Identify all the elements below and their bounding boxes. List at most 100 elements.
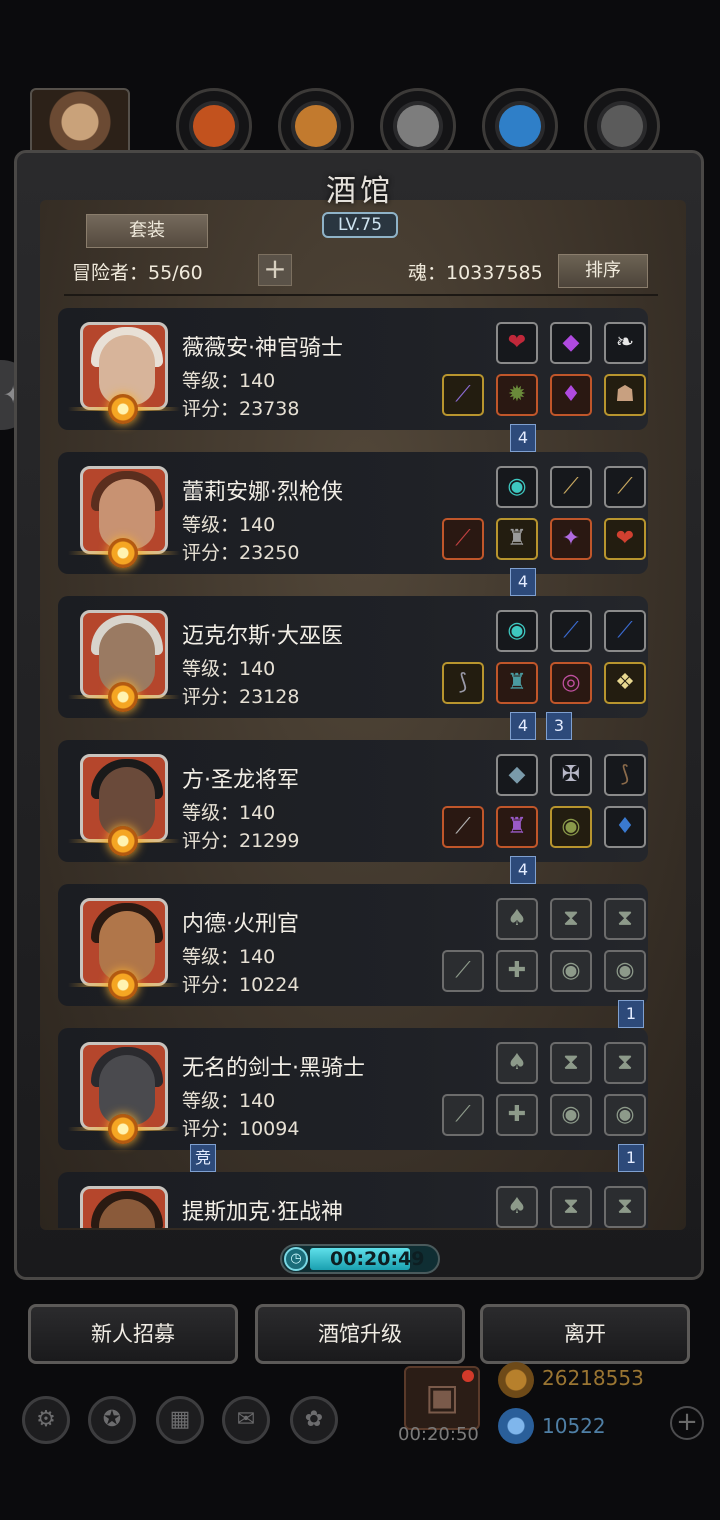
hero-row[interactable]: 薇薇安·神官骑士 等级：140 评分：23738 ❤ ◆ ❧ ⟋ ✹ ♦ ☗ bbox=[58, 308, 648, 430]
equipment-slot[interactable]: ◉ bbox=[550, 950, 592, 992]
compass-icon[interactable]: ✪ bbox=[88, 1396, 136, 1444]
hero-level: 等级：140 bbox=[182, 802, 276, 824]
hero-row[interactable]: 迈克尔斯·大巫医 等级：140 评分：23128 ◉ ⟋ ⟋ ⟆ ♜ ◎ ❖ bbox=[58, 596, 648, 718]
equipment-slot[interactable]: ❖ bbox=[604, 662, 646, 704]
set-count-tag: 3 bbox=[546, 712, 572, 740]
hero-portrait[interactable] bbox=[80, 1186, 168, 1228]
equipment-slot[interactable]: ✦ bbox=[550, 518, 592, 560]
equipment-slot[interactable]: ⟋ bbox=[442, 374, 484, 416]
equipment-slot[interactable]: ❤ bbox=[604, 518, 646, 560]
hero-level: 等级：140 bbox=[182, 514, 276, 536]
hero-row[interactable]: 方·圣龙将军 等级：140 评分：21299 ◆ ✠ ⟆ ⟋ ♜ ◉ ♦ bbox=[58, 740, 648, 862]
equipment-slot[interactable]: ♠ bbox=[496, 898, 538, 940]
hero-level: 等级：140 bbox=[182, 1090, 276, 1112]
equipment-slot[interactable]: ✹ bbox=[496, 374, 538, 416]
equipment-slot[interactable]: ◆ bbox=[550, 322, 592, 364]
hero-row[interactable]: 无名的剑士·黑骑士 等级：140 评分：10094 ♠ ⧗ ⧗ ⟋ ✚ ◉ ◉ bbox=[58, 1028, 648, 1150]
hero-row[interactable]: 蕾莉安娜·烈枪侠 等级：140 评分：23250 ◉ ⟋ ⟋ ⟋ ♜ ✦ ❤ bbox=[58, 452, 648, 574]
hero-row[interactable]: 提斯加克·狂战神等级：♠⧗⧗ bbox=[58, 1172, 648, 1228]
hero-name: 提斯加克·狂战神 bbox=[182, 1200, 343, 1225]
grey-tiles-orb-icon bbox=[397, 105, 439, 147]
equipment-slot[interactable]: ⟋ bbox=[604, 466, 646, 508]
hero-name: 薇薇安·神官骑士 bbox=[182, 336, 343, 361]
set-count-tag: 1 bbox=[618, 1144, 644, 1172]
notification-dot bbox=[462, 1370, 474, 1382]
equipment-slot[interactable]: ◉ bbox=[496, 610, 538, 652]
equipment-slot[interactable]: ◎ bbox=[550, 662, 592, 704]
equipment-slot[interactable]: ⟋ bbox=[550, 466, 592, 508]
equipment-slot[interactable]: ◉ bbox=[604, 950, 646, 992]
equipment-slot[interactable]: ♦ bbox=[550, 374, 592, 416]
equipment-slot[interactable]: ⧗ bbox=[604, 1042, 646, 1084]
equipment-slot[interactable]: ◉ bbox=[550, 1094, 592, 1136]
gear-icon[interactable]: ⚙ bbox=[22, 1396, 70, 1444]
gift-timer: 00:20:50 bbox=[398, 1424, 479, 1445]
hero-score: 评分：10224 bbox=[182, 974, 300, 996]
equipment-slot[interactable]: ⟆ bbox=[604, 754, 646, 796]
set-count-tag: 4 bbox=[510, 568, 536, 596]
rank-sun-icon bbox=[108, 826, 138, 856]
equipment-slot[interactable]: ✚ bbox=[496, 1094, 538, 1136]
hero-row[interactable]: 内德·火刑官 等级：140 评分：10224 ♠ ⧗ ⧗ ⟋ ✚ ◉ ◉ bbox=[58, 884, 648, 1006]
sort-button[interactable]: 排序 bbox=[558, 254, 648, 288]
hero-score: 评分：23738 bbox=[182, 398, 300, 420]
equipment-slot[interactable]: ⟋ bbox=[604, 610, 646, 652]
equipment-slot[interactable]: ☗ bbox=[604, 374, 646, 416]
equipment-slot[interactable]: ⧗ bbox=[550, 1186, 592, 1228]
tavern-level-badge: LV.75 bbox=[322, 212, 398, 238]
clock-icon: ◷ bbox=[284, 1247, 308, 1271]
equipment-slot[interactable]: ✠ bbox=[550, 754, 592, 796]
equipment-slot[interactable]: ◉ bbox=[496, 466, 538, 508]
equipment-slot[interactable]: ⟋ bbox=[442, 1094, 484, 1136]
recruit-button[interactable]: 新人招募 bbox=[28, 1304, 238, 1364]
equipment-slot[interactable]: ♜ bbox=[496, 806, 538, 848]
hero-list[interactable]: 薇薇安·神官骑士 等级：140 评分：23738 ❤ ◆ ❧ ⟋ ✹ ♦ ☗ 4 蕾莉安娜·烈枪侠 等级… bbox=[58, 302, 660, 1228]
equipment-slot[interactable]: ⟋ bbox=[550, 610, 592, 652]
equipment-slot[interactable]: ❤ bbox=[496, 322, 538, 364]
gold-icon bbox=[498, 1362, 534, 1398]
tavern-icon[interactable]: ▦ bbox=[156, 1396, 204, 1444]
equipment-slot[interactable]: ⧗ bbox=[604, 1186, 646, 1228]
equipment-slot[interactable]: ♦ bbox=[604, 806, 646, 848]
timer-bar: ◷ 00:20:49 bbox=[280, 1244, 440, 1274]
equipment-slot[interactable]: ♜ bbox=[496, 662, 538, 704]
leave-button[interactable]: 离开 bbox=[480, 1304, 690, 1364]
rank-sun-icon bbox=[108, 1114, 138, 1144]
rank-sun-icon bbox=[108, 970, 138, 1000]
set-count-tag: 4 bbox=[510, 856, 536, 884]
set-button[interactable]: 套装 bbox=[86, 214, 208, 248]
adventurer-count: 冒险者：55/60 bbox=[72, 262, 203, 284]
equipment-slot[interactable]: ⟋ bbox=[442, 518, 484, 560]
mail-icon[interactable]: ✉ bbox=[222, 1396, 270, 1444]
equipment-slot[interactable]: ◆ bbox=[496, 754, 538, 796]
hero-name: 蕾莉安娜·烈枪侠 bbox=[182, 480, 343, 505]
equipment-slot[interactable]: ⟆ bbox=[442, 662, 484, 704]
set-count-tag: 1 bbox=[618, 1000, 644, 1028]
equipment-slot[interactable]: ⟋ bbox=[442, 950, 484, 992]
blue-feathers-orb-icon bbox=[499, 105, 541, 147]
equipment-slot[interactable]: ♠ bbox=[496, 1186, 538, 1228]
gold-amount: 26218553 bbox=[542, 1366, 644, 1390]
settings-icon[interactable]: ✿ bbox=[290, 1396, 338, 1444]
equipment-slot[interactable]: ⧗ bbox=[550, 898, 592, 940]
equipment-slot[interactable]: ⧗ bbox=[550, 1042, 592, 1084]
equipment-slot[interactable]: ♠ bbox=[496, 1042, 538, 1084]
equipment-slot[interactable]: ◉ bbox=[550, 806, 592, 848]
basketball-orb-icon bbox=[193, 105, 235, 147]
upgrade-tavern-button[interactable]: 酒馆升级 bbox=[255, 1304, 465, 1364]
equipment-slot[interactable]: ⟋ bbox=[442, 806, 484, 848]
divider bbox=[64, 294, 658, 296]
equipment-slot[interactable]: ❧ bbox=[604, 322, 646, 364]
equipment-slot[interactable]: ✚ bbox=[496, 950, 538, 992]
equipment-slot[interactable]: ◉ bbox=[604, 1094, 646, 1136]
add-slot-button[interactable]: + bbox=[258, 254, 292, 286]
hero-name: 无名的剑士·黑骑士 bbox=[182, 1056, 365, 1081]
hero-name: 迈克尔斯·大巫医 bbox=[182, 624, 343, 649]
soul-count: 魂：10337585 bbox=[408, 262, 543, 284]
equipment-slot[interactable]: ⧗ bbox=[604, 898, 646, 940]
rank-sun-icon bbox=[108, 538, 138, 568]
hero-level: 等级：140 bbox=[182, 946, 276, 968]
equipment-slot[interactable]: ♜ bbox=[496, 518, 538, 560]
add-currency-button[interactable]: + bbox=[670, 1406, 704, 1440]
hero-score: 评分：21299 bbox=[182, 830, 300, 852]
